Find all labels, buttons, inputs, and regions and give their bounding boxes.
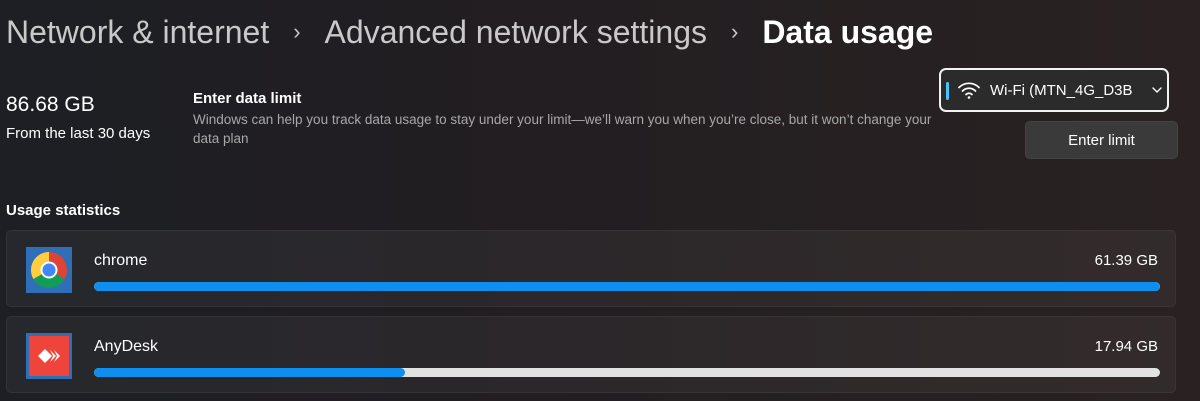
data-limit-description: Windows can help you track data usage to… bbox=[193, 112, 932, 146]
usage-bar-fill bbox=[94, 282, 1160, 291]
chevron-down-icon bbox=[1152, 87, 1162, 93]
data-limit-title: Enter data limit bbox=[193, 90, 302, 107]
usage-statistics-title: Usage statistics bbox=[6, 202, 121, 219]
app-icon-container bbox=[26, 333, 72, 379]
usage-bar-track bbox=[94, 282, 1160, 291]
page-title: Data usage bbox=[762, 13, 934, 50]
focus-indicator bbox=[946, 82, 949, 100]
breadcrumb-chevron-icon: › bbox=[293, 19, 301, 44]
app-icon-container bbox=[26, 247, 72, 293]
network-select[interactable]: Wi-Fi (MTN_4G_D3B bbox=[939, 68, 1169, 112]
breadcrumb-chevron-icon: › bbox=[730, 19, 739, 44]
app-name: AnyDesk bbox=[94, 338, 159, 355]
total-usage: 86.68 GB From the last 30 days bbox=[6, 93, 150, 142]
total-usage-period: From the last 30 days bbox=[6, 125, 151, 142]
breadcrumb: Network & internet › Advanced network se… bbox=[6, 10, 933, 54]
breadcrumb-advanced-network-settings[interactable]: Advanced network settings bbox=[325, 14, 707, 51]
anydesk-icon bbox=[29, 336, 69, 376]
wifi-icon bbox=[958, 82, 980, 99]
usage-bar-track bbox=[94, 368, 1160, 377]
breadcrumb-network-internet[interactable]: Network & internet bbox=[6, 14, 269, 51]
enter-limit-button[interactable]: Enter limit bbox=[1025, 121, 1178, 159]
app-name: chrome bbox=[94, 252, 148, 269]
data-limit-info: Enter data limit Windows can help you tr… bbox=[193, 90, 933, 148]
total-usage-value: 86.68 GB bbox=[6, 93, 95, 116]
chrome-icon bbox=[30, 252, 68, 289]
network-select-value: Wi-Fi (MTN_4G_D3B bbox=[990, 82, 1133, 99]
app-usage-value: 17.94 GB bbox=[1094, 338, 1158, 355]
app-usage-item-chrome: chrome 61.39 GB bbox=[6, 230, 1176, 307]
app-usage-item-anydesk: AnyDesk 17.94 GB bbox=[6, 316, 1176, 393]
usage-bar-fill bbox=[94, 368, 406, 377]
app-usage-value: 61.39 GB bbox=[1094, 252, 1158, 269]
